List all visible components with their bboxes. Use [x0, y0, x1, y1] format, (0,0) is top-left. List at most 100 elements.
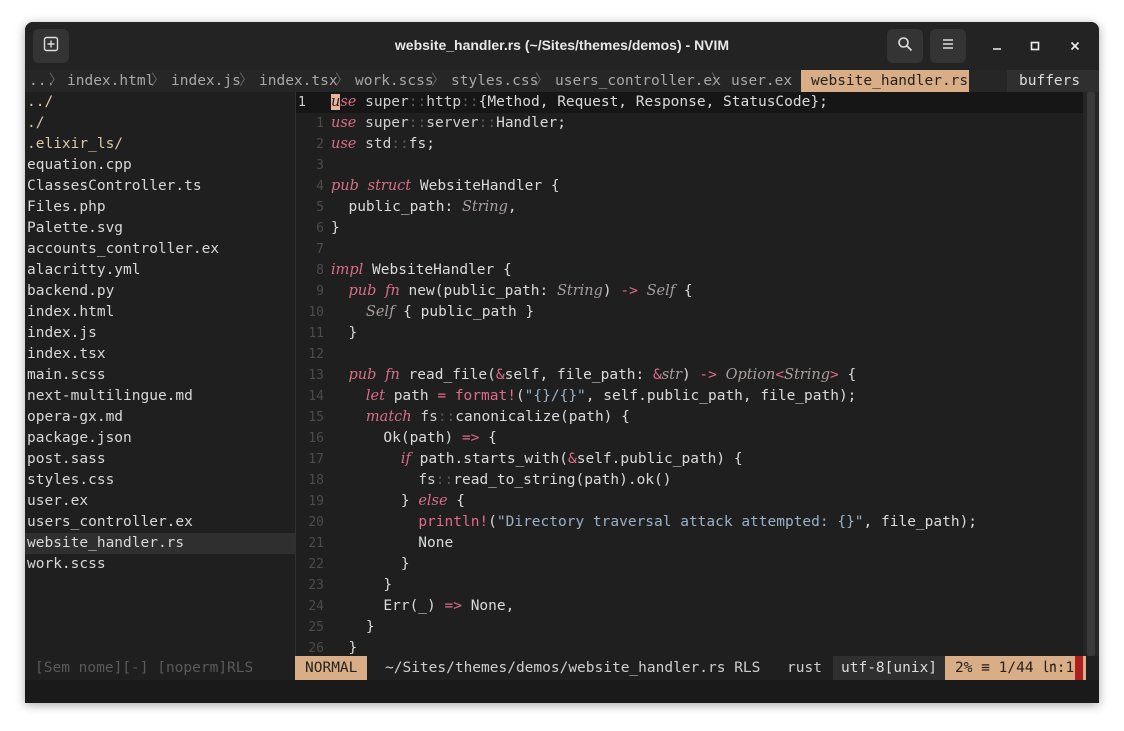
tree-item[interactable]: alacritty.yml — [25, 260, 295, 281]
tab-styles-css[interactable]: styles.css — [447, 70, 542, 92]
line-number: 20 — [308, 515, 324, 530]
code-text: let path = format!("{}/{}", self.public_… — [365, 388, 857, 404]
tab-index-tsx[interactable]: index.tsx — [255, 70, 342, 92]
tree-item[interactable]: Palette.svg — [25, 218, 295, 239]
code-line[interactable]: 22 } — [296, 554, 1083, 575]
tree-item[interactable]: post.sass — [25, 449, 295, 470]
code-line[interactable]: 16 Ok(path) => { — [296, 428, 1083, 449]
cursor-position: 2% ≡ 1/44 ㏑:1 — [945, 656, 1087, 680]
code-text: None — [331, 535, 454, 551]
line-number: 11 — [308, 326, 324, 341]
scrollbar-thumb[interactable] — [1087, 92, 1095, 656]
code-text: } else { — [331, 493, 466, 509]
code-line[interactable]: 23 } — [296, 575, 1083, 596]
line-number: 24 — [308, 599, 324, 614]
code-text: } — [331, 325, 358, 341]
code-line[interactable]: 7 — [296, 239, 1083, 260]
tree-item[interactable]: index.html — [25, 302, 295, 323]
maximize-button[interactable] — [1025, 36, 1045, 56]
tab-user-ex[interactable]: user.ex — [727, 70, 796, 92]
line-number: 4 — [316, 179, 324, 194]
code-line-current[interactable]: 1 use super::http::{Method, Request, Resp… — [296, 92, 1083, 113]
code-text: Ok(path) => { — [331, 430, 497, 446]
tree-item[interactable]: accounts_controller.ex — [25, 239, 295, 260]
code-text: use super::http::{Method, Request, Respo… — [331, 94, 828, 110]
tab-index-js[interactable]: index.js — [167, 70, 245, 92]
code-line[interactable]: 4 pub struct WebsiteHandler { — [296, 176, 1083, 197]
close-icon — [1069, 37, 1081, 56]
code-line[interactable]: 13 pub fn read_file(&self, file_path: &s… — [296, 365, 1083, 386]
tree-item[interactable]: backend.py — [25, 281, 295, 302]
command-line[interactable] — [25, 680, 1099, 703]
code-line[interactable]: 12 — [296, 344, 1083, 365]
code-line[interactable]: 19 } else { — [296, 491, 1083, 512]
line-number: 3 — [316, 158, 324, 173]
code-line[interactable]: 11 } — [296, 323, 1083, 344]
tab-label: user.ex — [731, 73, 793, 89]
menu-button[interactable] — [930, 29, 966, 63]
line-number: 22 — [308, 557, 324, 572]
code-text: pub fn read_file(&self, file_path: &str)… — [348, 367, 857, 383]
line-number: 8 — [316, 263, 324, 278]
tree-item-current-dir[interactable]: ./ — [25, 113, 295, 134]
code-line[interactable]: 3 — [296, 155, 1083, 176]
code-line[interactable]: 6} — [296, 218, 1083, 239]
tab-users-controller-ex[interactable]: users_controller.ex — [551, 70, 725, 92]
minimize-button[interactable] — [987, 36, 1007, 56]
tab-work-scss[interactable]: work.scss — [351, 70, 438, 92]
tab-website-handler-rs[interactable]: website_handler.rs — [801, 70, 969, 92]
code-text: } — [331, 619, 375, 635]
tree-item-elixir-ls[interactable]: .elixir_ls/ — [25, 134, 295, 155]
code-line[interactable]: 24 Err(_) => None, — [296, 596, 1083, 617]
code-line[interactable]: 20 println!("Directory traversal attack … — [296, 512, 1083, 533]
code-text: pub fn new(public_path: String) -> Self … — [348, 283, 693, 299]
tree-item[interactable]: Files.php — [25, 197, 295, 218]
scrollbar[interactable] — [1083, 92, 1099, 656]
tree-item[interactable]: package.json — [25, 428, 295, 449]
code-text: } — [331, 556, 410, 572]
tree-item-selected[interactable]: website_handler.rs — [25, 533, 295, 554]
tree-item[interactable]: index.tsx — [25, 344, 295, 365]
tab-overflow[interactable]: ... 〉 — [25, 70, 63, 92]
line-number: 2 — [316, 137, 324, 152]
tree-item[interactable]: ClassesController.ts — [25, 176, 295, 197]
code-line[interactable]: 17 if path.starts_with(&self.public_path… — [296, 449, 1083, 470]
code-line[interactable]: 8 impl WebsiteHandler { — [296, 260, 1083, 281]
line-number: 12 — [308, 347, 324, 362]
tab-label: work.scss — [355, 73, 434, 89]
code-line[interactable]: 2 use std::fs; — [296, 134, 1083, 155]
tree-item[interactable]: users_controller.ex — [25, 512, 295, 533]
code-line[interactable]: 15 match fs::canonicalize(path) { — [296, 407, 1083, 428]
tab-label: styles.css — [451, 73, 539, 89]
tree-item[interactable]: styles.css — [25, 470, 295, 491]
nvim-window: website_handler.rs (~/Sites/themes/demos… — [25, 22, 1099, 703]
code-text: match fs::canonicalize(path) { — [365, 409, 630, 425]
tab-index-html[interactable]: index.html — [63, 70, 158, 92]
tab-separator: 〉 — [239, 73, 254, 89]
code-line[interactable]: 1 use super::server::Handler; — [296, 113, 1083, 134]
close-button[interactable] — [1065, 36, 1085, 56]
code-line[interactable]: 10 Self { public_path } — [296, 302, 1083, 323]
code-line[interactable]: 9 pub fn new(public_path: String) -> Sel… — [296, 281, 1083, 302]
tree-item-parent-dir[interactable]: ../ — [25, 92, 295, 113]
tree-item[interactable]: index.js — [25, 323, 295, 344]
tree-item[interactable]: opera-gx.md — [25, 407, 295, 428]
tree-item[interactable]: work.scss — [25, 554, 295, 575]
code-line[interactable]: 5 public_path: String, — [296, 197, 1083, 218]
code-line[interactable]: 14 let path = format!("{}/{}", self.publ… — [296, 386, 1083, 407]
tree-item[interactable]: main.scss — [25, 365, 295, 386]
line-number: 19 — [308, 494, 324, 509]
search-button[interactable] — [887, 29, 923, 63]
code-line[interactable]: 18 fs::read_to_string(path).ok() — [296, 470, 1083, 491]
tab-label: index.tsx — [259, 73, 338, 89]
line-number: 17 — [308, 452, 324, 467]
tab-label: users_controller.ex — [555, 73, 721, 89]
tree-item[interactable]: user.ex — [25, 491, 295, 512]
code-line[interactable]: 21 None — [296, 533, 1083, 554]
code-editor[interactable]: 1 use super::http::{Method, Request, Resp… — [296, 92, 1083, 656]
code-line[interactable]: 25 } — [296, 617, 1083, 638]
file-encoding: utf-8[unix] — [833, 656, 946, 680]
tree-item[interactable]: next-multilingue.md — [25, 386, 295, 407]
tree-item[interactable]: equation.cpp — [25, 155, 295, 176]
line-number: 16 — [308, 431, 324, 446]
